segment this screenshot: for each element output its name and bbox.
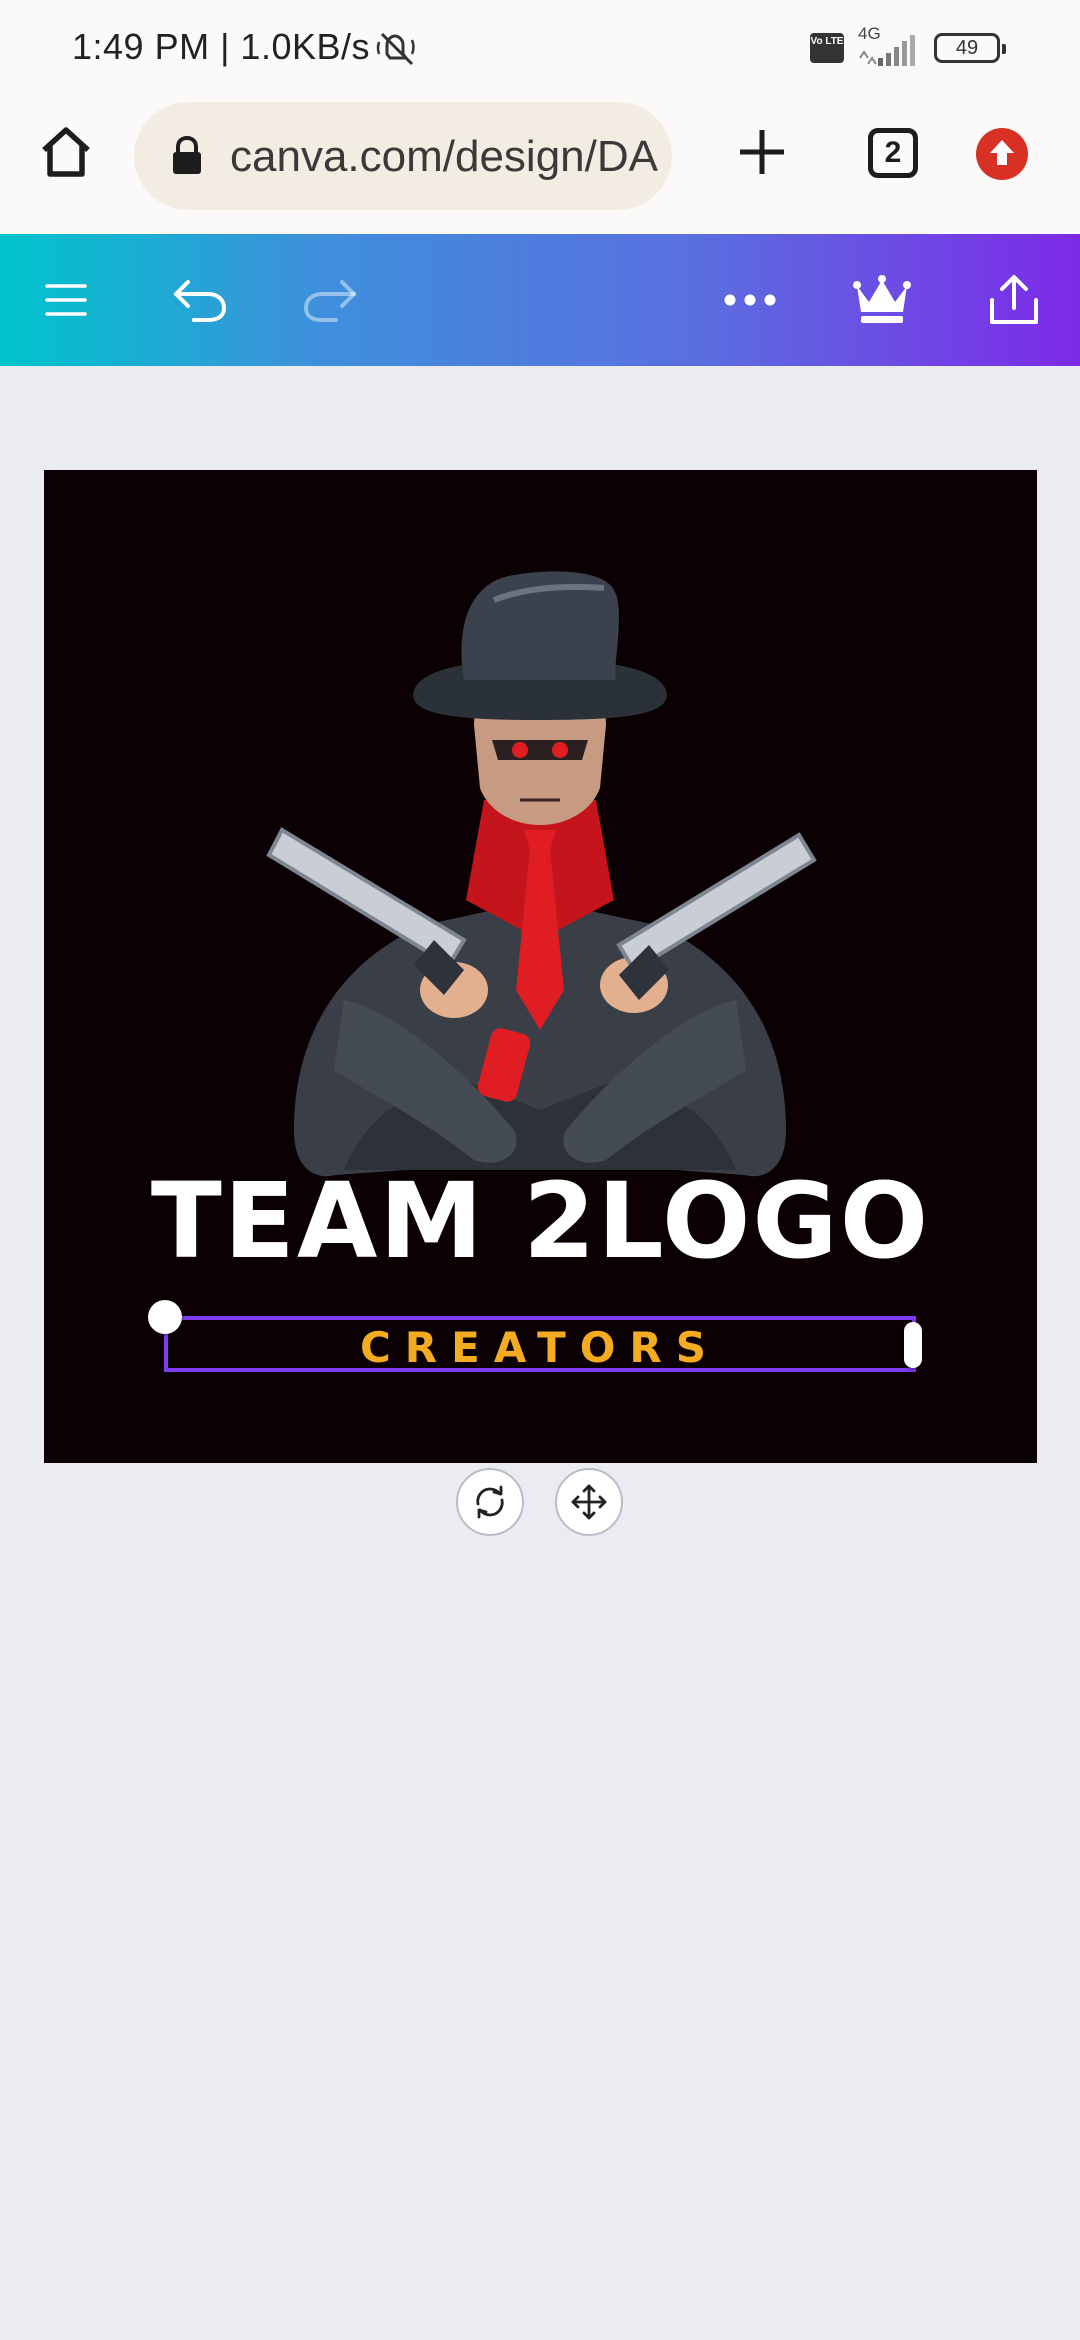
premium-button[interactable] — [846, 264, 918, 336]
new-tab-plus-icon[interactable] — [734, 124, 790, 180]
home-icon[interactable] — [36, 122, 96, 182]
redo-button[interactable] — [294, 264, 366, 336]
undo-button[interactable] — [164, 264, 236, 336]
selection-handle-left[interactable] — [148, 1300, 182, 1334]
share-icon — [990, 275, 1038, 324]
design-title-text[interactable]: TEAM 2LOGO — [44, 1160, 1037, 1282]
browser-toolbar: canva.com/design/DA 2 — [0, 96, 1080, 234]
redo-icon — [303, 280, 356, 322]
address-bar[interactable]: canva.com/design/DA — [134, 102, 672, 210]
menu-button[interactable] — [30, 264, 102, 336]
design-subtitle-text[interactable]: CREATORS — [168, 1323, 912, 1372]
share-button[interactable] — [978, 264, 1050, 336]
more-button[interactable] — [714, 264, 786, 336]
rotate-icon — [476, 1485, 504, 1519]
crown-icon — [853, 275, 911, 323]
battery-indicator: 49 — [934, 33, 1006, 63]
undo-icon — [174, 280, 227, 322]
move-icon — [571, 1484, 607, 1520]
tabs-button[interactable]: 2 — [868, 128, 918, 178]
mute-icon — [376, 32, 415, 66]
editor-toolbar — [0, 234, 1080, 366]
url-text: canva.com/design/DA — [230, 132, 658, 181]
volte-badge: Vo LTE — [810, 33, 844, 63]
lock-icon — [173, 136, 201, 174]
menu-icon — [45, 284, 87, 316]
selection-resize-handle-right[interactable] — [904, 1322, 922, 1368]
status-time: 1:49 PM | 1.0KB/s — [72, 26, 370, 67]
status-indicators: Vo LTE 4G 49 — [810, 24, 1006, 68]
more-icon — [724, 294, 776, 306]
design-canvas[interactable]: TEAM 2LOGO CREATORS — [44, 470, 1037, 1463]
selection-box[interactable]: CREATORS — [164, 1316, 916, 1372]
status-bar: 1:49 PM | 1.0KB/s Vo LTE 4G 49 — [0, 0, 1080, 96]
update-icon[interactable] — [976, 128, 1028, 180]
rotate-button[interactable] — [456, 1468, 524, 1536]
gangster-mascot-illustration[interactable] — [44, 470, 1037, 1463]
signal-icon: 4G — [856, 24, 922, 68]
move-button[interactable] — [555, 1468, 623, 1536]
